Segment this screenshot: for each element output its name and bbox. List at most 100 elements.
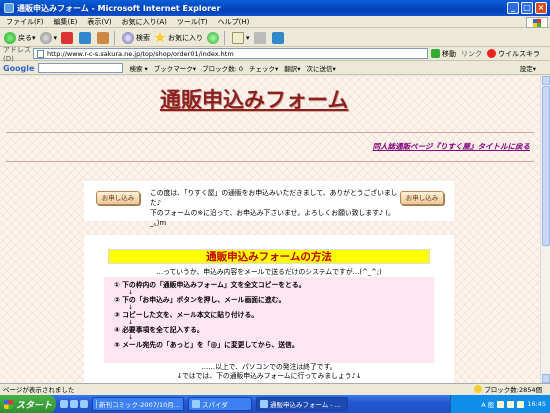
address-input[interactable]: http://www.r-c-s.sakura.ne.jp/top/shop/o… <box>33 48 428 59</box>
menu-file[interactable]: ファイル(F) <box>6 17 44 27</box>
ime-indicator[interactable]: A 般 <box>481 399 494 409</box>
scroll-up-button[interactable] <box>542 76 550 85</box>
favorites-button[interactable]: お気に入り <box>154 31 203 44</box>
menu-edit[interactable]: 編集(E) <box>54 17 78 27</box>
taskbar-item-1[interactable]: 新刊コミック-2007/10月... <box>92 397 184 411</box>
back-arrow-icon <box>4 31 16 44</box>
scroll-thumb[interactable] <box>542 86 550 246</box>
history-button[interactable] <box>207 31 221 44</box>
forward-button[interactable]: ▾ <box>39 31 57 44</box>
page-title: 通販申込みフォーム <box>160 87 349 112</box>
go-button[interactable]: 移動 <box>431 49 456 59</box>
divider <box>6 132 534 133</box>
windows-flag-icon <box>4 399 13 409</box>
down-arrow-icon: ↓ <box>128 334 134 341</box>
steps-box: ① 下の枠内の「通販申込みフォーム」文を全文コピーをとる。 ↓ ② 下の「お申込… <box>104 277 434 363</box>
method-subtitle: …っていうか、申込み内容をメールで送るだけのシステムですが…(^_^;) <box>156 268 382 276</box>
back-to-top-link[interactable]: 同人誌通販ページ『りすく屋』タイトルに戻る <box>373 141 530 152</box>
status-bar: ページが表示されました ブロック数:2854個 <box>0 383 550 394</box>
virus-icon <box>487 49 496 58</box>
tray-icon[interactable] <box>517 400 525 408</box>
taskbar: スタート 新刊コミック-2007/10月... スパイダ 通販申込みフォーム -… <box>0 395 550 413</box>
step-4: ④ 必要事項を全て記入する。 <box>114 326 204 334</box>
menu-view[interactable]: 表示(V) <box>87 17 111 27</box>
go-arrow-icon <box>431 49 440 58</box>
system-tray: A 般 16:45 <box>450 395 550 413</box>
page-content: 通販申込みフォーム 同人誌通販ページ『りすく屋』タイトルに戻る お申し込み この… <box>0 76 540 383</box>
address-bar: アドレス(D) http://www.r-c-s.sakura.ne.jp/to… <box>0 45 550 63</box>
folder-icon <box>192 400 200 408</box>
google-translate-button[interactable]: 翻訳▾ <box>284 63 300 73</box>
start-button[interactable]: スタート <box>0 395 56 413</box>
ie-icon <box>4 3 14 13</box>
intro-text: この度は、「りすく屋」の通販をお申込みいただきまして、ありがとうございました♪ … <box>150 189 398 227</box>
google-logo[interactable]: Google <box>3 64 34 73</box>
minimize-button[interactable]: _ <box>507 2 519 14</box>
star-icon <box>154 31 166 43</box>
google-send-button[interactable]: 次に送信▾ <box>307 63 336 73</box>
mail-button[interactable]: ▾ <box>232 31 250 44</box>
quick-launch-desktop-icon[interactable] <box>70 400 78 408</box>
down-arrow-icon: ↓ <box>128 289 134 296</box>
down-arrow-icon: ↓ <box>128 319 134 326</box>
edit-button[interactable] <box>271 31 286 44</box>
tray-icon[interactable] <box>497 400 505 408</box>
refresh-icon <box>79 31 92 44</box>
back-button[interactable]: 戻る ▾ <box>4 31 36 44</box>
search-icon <box>122 31 135 44</box>
menu-tools[interactable]: ツール(T) <box>177 17 208 27</box>
method-title: 通販申込みフォームの方法 <box>108 249 430 264</box>
scroll-down-button[interactable] <box>542 374 550 383</box>
history-icon <box>207 31 220 44</box>
step-1: ① 下の枠内の「通販申込みフォーム」文を全文コピーをとる。 <box>114 281 306 289</box>
outro-text: ……以上で、パソコンでの発注は終了です。 ↓ではでは、下の通販申込みフォームに行… <box>176 363 362 380</box>
mail-icon <box>232 31 245 44</box>
address-url: http://www.r-c-s.sakura.ne.jp/top/shop/o… <box>47 49 234 58</box>
google-search-button[interactable]: 検索 ▾ <box>129 63 147 73</box>
close-button[interactable]: × <box>535 2 547 14</box>
google-toolbar: Google 検索 ▾ ブックマーク▾ ブロック数: 0 チェック▾ 翻訳▾ 次… <box>0 62 550 75</box>
virus-killer-button[interactable]: ウイルスキラ <box>487 49 540 59</box>
print-icon <box>253 31 266 44</box>
step-3: ③ コピーした文を、メール本文に貼り付ける。 <box>114 311 259 319</box>
quick-launch <box>60 400 88 408</box>
google-check-button[interactable]: チェック▾ <box>249 63 278 73</box>
google-settings-button[interactable]: 設定▾ <box>520 63 536 73</box>
popup-blocker-status[interactable]: ブロック数:2854個 <box>474 384 542 394</box>
google-popup-blocker[interactable]: ブロック数: 0 <box>202 63 243 73</box>
clock[interactable]: 16:45 <box>527 400 546 408</box>
forward-arrow-icon <box>39 31 52 44</box>
google-bookmarks-button[interactable]: ブックマーク▾ <box>154 63 196 73</box>
stop-button[interactable] <box>61 31 75 44</box>
page-icon <box>37 49 44 58</box>
home-button[interactable] <box>97 31 111 44</box>
quick-launch-media-icon[interactable] <box>80 400 88 408</box>
edit-icon <box>271 31 284 44</box>
home-icon <box>97 31 110 44</box>
popup-blocker-icon <box>474 385 483 393</box>
address-label: アドレス(D) <box>3 45 31 63</box>
ie-icon <box>260 400 268 408</box>
step-5: ⑤ メール宛先の「あっと」を「@」に変更してから、送信。 <box>114 341 299 349</box>
method-section: 通販申込みフォームの方法 …っていうか、申込み内容をメールで送るだけのシステムで… <box>84 235 454 383</box>
step-2: ② 下の「お申込み」ボタンを押し、メール画面に進む。 <box>114 296 286 304</box>
apply-button-right[interactable]: お申し込み <box>400 191 444 205</box>
taskbar-item-2[interactable]: スパイダ <box>188 397 252 411</box>
taskbar-item-3[interactable]: 通販申込みフォーム - ... <box>256 397 348 411</box>
menu-favorites[interactable]: お気に入り(A) <box>122 17 167 27</box>
refresh-button[interactable] <box>79 31 93 44</box>
vertical-scrollbar[interactable] <box>540 76 550 383</box>
intro-box: お申し込み この度は、「りすく屋」の通販をお申込みいただきまして、ありがとうござ… <box>84 181 454 227</box>
menu-bar: ファイル(F) 編集(E) 表示(V) お気に入り(A) ツール(T) ヘルプ(… <box>0 16 550 28</box>
links-button[interactable]: リンク <box>461 49 482 59</box>
apply-button-left[interactable]: お申し込み <box>96 191 140 205</box>
quick-launch-ie-icon[interactable] <box>60 400 68 408</box>
search-button[interactable]: 検索 <box>122 31 150 44</box>
tray-icon[interactable] <box>507 400 515 408</box>
menu-help[interactable]: ヘルプ(H) <box>218 17 250 27</box>
print-button[interactable] <box>253 31 268 44</box>
maximize-button[interactable]: □ <box>521 2 533 14</box>
window-icon <box>96 400 97 408</box>
windows-logo-icon <box>526 17 548 28</box>
google-search-input[interactable] <box>38 63 124 73</box>
